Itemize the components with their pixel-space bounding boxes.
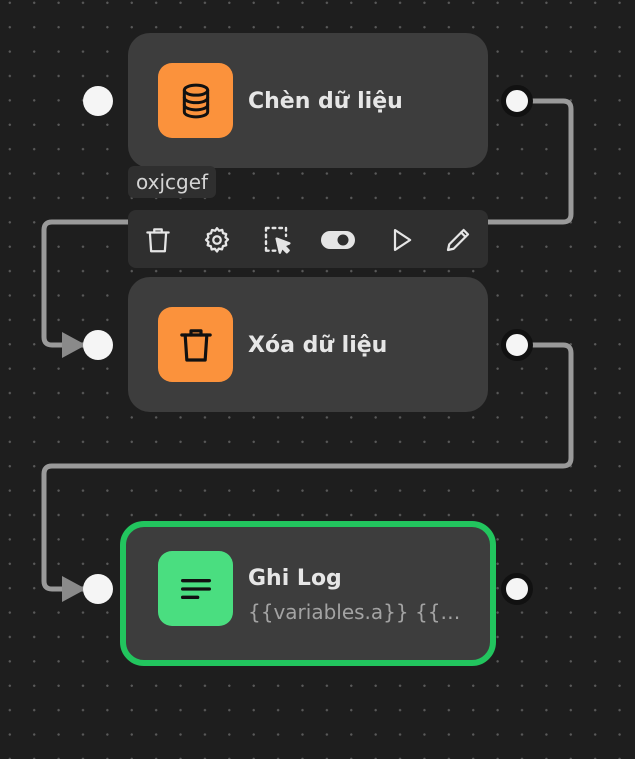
node-insert-data[interactable]: Chèn dữ liệu (128, 33, 488, 168)
play-icon (393, 228, 412, 252)
trash-icon (146, 228, 170, 253)
node-title: Xóa dữ liệu (248, 333, 388, 358)
workflow-canvas[interactable]: Chèn dữ liệu oxjcgef Xóa dữ liệu Ghi Log… (0, 0, 635, 759)
node-icon-tile (158, 307, 233, 382)
node-icon-tile (158, 551, 233, 626)
toolbar-delete-button[interactable] (142, 224, 174, 256)
node-3-input-handle[interactable] (83, 574, 113, 604)
text-lines-icon (180, 578, 211, 599)
node-id-label: oxjcgef (128, 166, 217, 198)
node-1-output-handle[interactable] (501, 85, 533, 117)
toolbar-select-button[interactable] (262, 224, 294, 256)
database-icon (182, 83, 209, 118)
node-title: Chèn dữ liệu (248, 89, 403, 114)
trash-icon (179, 328, 212, 362)
gear-icon (204, 227, 230, 253)
toolbar-toggle-button[interactable] (320, 224, 356, 256)
node-2-output-handle[interactable] (501, 329, 533, 361)
node-title: Ghi Log (248, 566, 342, 591)
node-write-log[interactable]: Ghi Log {{variables.a}} {{t… (120, 521, 496, 666)
node-3-output-handle[interactable] (501, 573, 533, 605)
selection-cursor-icon (264, 226, 291, 254)
toolbar-edit-button[interactable] (442, 224, 474, 256)
toolbar-run-button[interactable] (386, 224, 418, 256)
node-delete-data[interactable]: Xóa dữ liệu (128, 277, 488, 412)
toggle-icon (321, 231, 355, 249)
node-1-input-handle[interactable] (83, 86, 113, 116)
pencil-icon (446, 228, 470, 252)
node-icon-tile (158, 63, 233, 138)
node-subtitle: {{variables.a}} {{t… (248, 600, 463, 624)
node-2-input-handle[interactable] (83, 330, 113, 360)
toolbar-settings-button[interactable] (201, 224, 233, 256)
node-toolbar (128, 210, 488, 268)
